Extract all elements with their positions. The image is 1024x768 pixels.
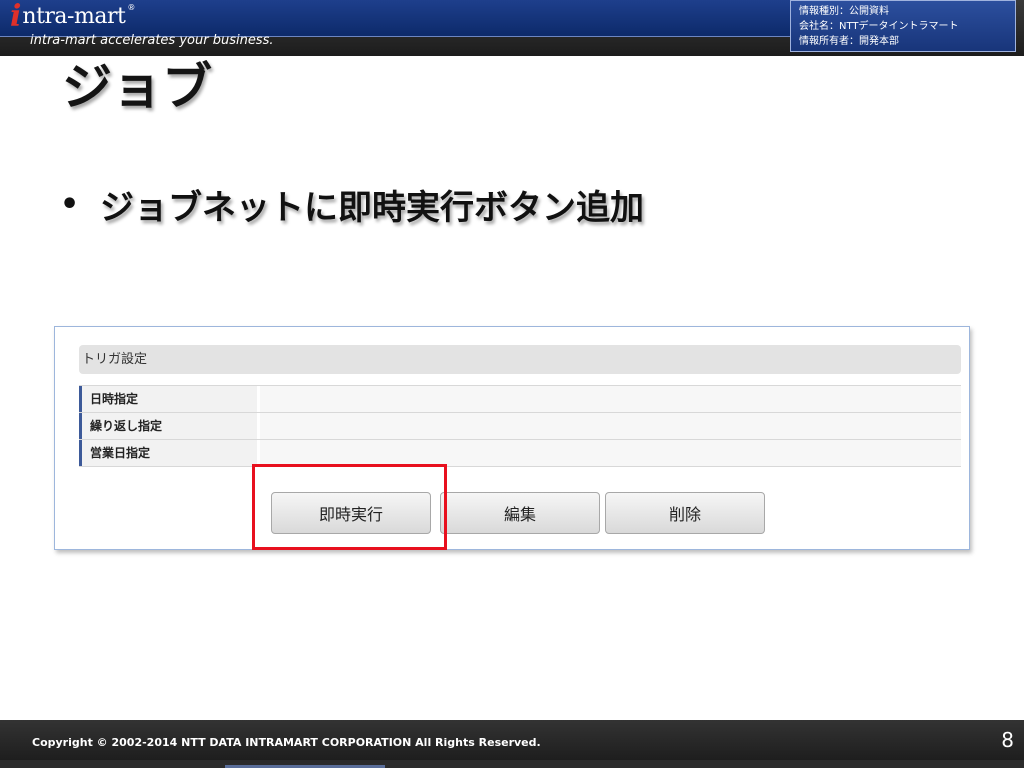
table-row: 営業日指定	[79, 439, 961, 467]
table-row: 日時指定	[79, 385, 961, 412]
row-value-datetime	[260, 386, 961, 412]
tagline: intra-mart accelerates your business.	[30, 33, 274, 48]
slide-header: i ntra-mart ® intra-mart accelerates you…	[0, 0, 1024, 56]
row-value-business-day	[260, 440, 961, 466]
trigger-table: 日時指定 繰り返し指定 営業日指定	[79, 385, 961, 467]
copyright-text: Copyright © 2002-2014 NTT DATA INTRAMART…	[32, 736, 541, 749]
logo-initial: i	[10, 0, 22, 34]
bullet-text: ジョブネットに即時実行ボタン追加	[100, 188, 644, 228]
trigger-settings-panel: トリガ設定 日時指定 繰り返し指定 営業日指定 即時実行 編集 削除	[54, 326, 970, 550]
bullet-symbol: •	[60, 187, 80, 222]
logo-text: ntra-mart	[22, 4, 126, 29]
footer-strip	[0, 760, 1024, 768]
delete-button[interactable]: 削除	[605, 492, 765, 534]
row-label-datetime: 日時指定	[79, 386, 257, 412]
page-number: 8	[1001, 728, 1014, 752]
run-now-button[interactable]: 即時実行	[271, 492, 431, 534]
slide-footer: Copyright © 2002-2014 NTT DATA INTRAMART…	[0, 720, 1024, 768]
row-label-business-day: 営業日指定	[79, 440, 257, 466]
bullet-item: • ジョブネットに即時実行ボタン追加	[60, 180, 644, 229]
logo-registered-mark: ®	[127, 3, 136, 12]
info-line-company: 会社名：NTTデータイントラマート	[799, 21, 959, 32]
row-value-repeat	[260, 413, 961, 439]
info-line-owner: 情報所有者：開発本部	[799, 36, 899, 47]
page-title: ジョブ	[62, 58, 212, 116]
header-band: i ntra-mart ®	[0, 0, 790, 37]
edit-button[interactable]: 編集	[440, 492, 600, 534]
intra-mart-logo: i ntra-mart ®	[10, 2, 135, 32]
row-label-repeat: 繰り返し指定	[79, 413, 257, 439]
info-box: 情報種別：公開資料 会社名：NTTデータイントラマート 情報所有者：開発本部	[790, 0, 1016, 52]
info-line-type: 情報種別：公開資料	[799, 6, 889, 17]
table-row: 繰り返し指定	[79, 412, 961, 439]
trigger-section-title: トリガ設定	[79, 345, 961, 374]
